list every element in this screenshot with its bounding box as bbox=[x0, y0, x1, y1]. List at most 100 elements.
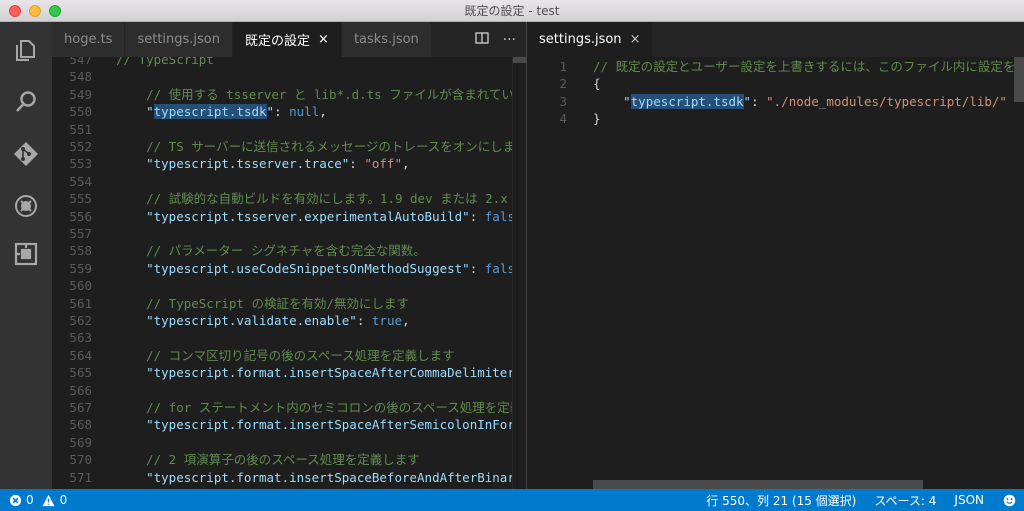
code-line[interactable]: 560 bbox=[52, 277, 526, 295]
code-token: // TS サーバーに送信されるメッセージのトレースをオンにします bbox=[116, 139, 526, 154]
code-token: // 既定の設定とユーザー設定を上書きするには、このファイル内に設定を挿入し bbox=[593, 59, 1024, 74]
code-token: "./node_modules/typescript/lib/" bbox=[766, 93, 1007, 109]
code-line[interactable]: 552 // TS サーバーに送信されるメッセージのトレースをオンにします bbox=[52, 138, 526, 156]
more-actions-icon[interactable]: ··· bbox=[503, 32, 516, 48]
indentation-setting[interactable]: スペース: 4 bbox=[874, 492, 936, 509]
tab-hoge-ts[interactable]: hoge.ts bbox=[52, 22, 126, 57]
close-window-button[interactable] bbox=[9, 4, 21, 17]
code-line[interactable]: 571 "typescript.format.insertSpaceBefore… bbox=[52, 469, 526, 487]
code-line[interactable]: 558 // パラメーター シグネチャを含む完全な関数。 bbox=[52, 242, 526, 260]
vertical-scrollbar-right[interactable] bbox=[1014, 57, 1024, 102]
code-line[interactable]: 554 bbox=[52, 173, 526, 191]
code-token: "typescript.format.insertSpaceBeforeAndA… bbox=[116, 469, 526, 485]
line-number: 3 bbox=[559, 93, 567, 109]
line-content: // TypeScript の検証を有効/無効にします bbox=[116, 295, 409, 313]
line-number: 547 bbox=[69, 57, 92, 67]
tab-default-settings[interactable]: 既定の設定 × bbox=[233, 22, 342, 57]
code-token: : bbox=[356, 313, 372, 328]
code-line[interactable]: 566 bbox=[52, 382, 526, 400]
tab-settings-json-right[interactable]: settings.json × bbox=[527, 22, 654, 57]
problems-indicator[interactable]: 0 0 bbox=[0, 493, 67, 507]
code-line[interactable]: 2{ bbox=[527, 75, 1024, 93]
close-tab-icon[interactable]: × bbox=[318, 32, 329, 47]
warning-icon bbox=[42, 493, 56, 507]
code-line[interactable]: 550 "typescript.tsdk": null, bbox=[52, 103, 526, 121]
explorer-icon[interactable] bbox=[12, 36, 40, 64]
split-editor-icon[interactable] bbox=[474, 31, 489, 49]
minimize-window-button[interactable] bbox=[29, 4, 41, 17]
maximize-window-button[interactable] bbox=[49, 4, 61, 17]
code-editor-right[interactable]: 1 // 既定の設定とユーザー設定を上書きするには、このファイル内に設定を挿入し 2… bbox=[527, 57, 1024, 489]
line-number: 563 bbox=[69, 330, 92, 346]
code-line[interactable]: 1 // 既定の設定とユーザー設定を上書きするには、このファイル内に設定を挿入し bbox=[527, 58, 1024, 76]
tab-settings-json[interactable]: settings.json bbox=[125, 22, 234, 57]
line-content: // 試験的な自動ビルドを有効にします。1.9 dev または 2.x tsse… bbox=[116, 190, 526, 208]
code-token: null bbox=[289, 104, 320, 120]
line-content: // 既定の設定とユーザー設定を上書きするには、このファイル内に設定を挿入し bbox=[593, 58, 1024, 76]
extensions-icon[interactable] bbox=[12, 240, 40, 268]
line-number: 568 bbox=[69, 417, 92, 433]
code-line[interactable]: 4} bbox=[527, 110, 1024, 128]
horizontal-scrollbar-right[interactable] bbox=[593, 480, 923, 489]
line-number: 567 bbox=[69, 400, 92, 415]
line-number: 1 bbox=[559, 59, 567, 74]
code-token: // for ステートメント内のセミコロンの後のスペース処理を定義しま bbox=[116, 400, 526, 415]
code-token: , bbox=[402, 156, 410, 172]
close-tab-icon[interactable]: × bbox=[630, 32, 641, 47]
warning-count: 0 bbox=[59, 493, 68, 507]
git-icon[interactable] bbox=[12, 140, 40, 168]
code-token: " bbox=[743, 93, 752, 109]
code-line[interactable]: 551 bbox=[52, 121, 526, 139]
code-line[interactable]: 559 "typescript.useCodeSnippetsOnMethodS… bbox=[52, 260, 526, 278]
scrollbar-thumb[interactable] bbox=[513, 57, 526, 63]
tab-bar-right: settings.json × bbox=[527, 22, 1024, 57]
code-line[interactable]: 556 "typescript.tsserver.experimentalAut… bbox=[52, 208, 526, 226]
tab-label: tasks.json bbox=[353, 32, 419, 47]
status-bar-right: 行 550、列 21 (15 個選択) スペース: 4 JSON bbox=[706, 489, 1016, 511]
code-line[interactable]: 564 // コンマ区切り記号の後のスペース処理を定義します bbox=[52, 347, 526, 365]
line-number: 569 bbox=[69, 434, 92, 450]
line-number: 4 bbox=[559, 111, 567, 127]
line-content: { bbox=[593, 75, 601, 93]
line-number: 548 bbox=[69, 69, 92, 85]
code-token: // パラメーター シグネチャを含む完全な関数。 bbox=[116, 243, 426, 259]
code-line[interactable]: 548 bbox=[52, 68, 526, 86]
code-editor-left[interactable]: 547 // TypeScript 548 549 // 使用する tsserver … bbox=[52, 57, 526, 489]
code-line[interactable]: 553 "typescript.tsserver.trace": "off", bbox=[52, 155, 526, 173]
line-number: 555 bbox=[69, 191, 92, 207]
code-line[interactable]: 3 "typescript.tsdk": "./node_modules/typ… bbox=[527, 93, 1024, 111]
code-line[interactable]: 569 bbox=[52, 434, 526, 452]
code-token: : bbox=[469, 260, 485, 276]
line-content: // パラメーター シグネチャを含む完全な関数。 bbox=[116, 242, 426, 260]
feedback-smiley-icon[interactable] bbox=[1002, 493, 1016, 507]
line-content: "typescript.validate.enable": true, bbox=[116, 312, 409, 330]
code-line[interactable]: 562 "typescript.validate.enable": true, bbox=[52, 312, 526, 330]
line-content: "typescript.format.insertSpaceAfterSemic… bbox=[116, 416, 526, 434]
line-number: 551 bbox=[69, 121, 92, 137]
debug-icon[interactable] bbox=[12, 192, 40, 220]
code-line[interactable]: 563 bbox=[52, 329, 526, 347]
code-line[interactable]: 561 // TypeScript の検証を有効/無効にします bbox=[52, 295, 526, 313]
cursor-position[interactable]: 行 550、列 21 (15 個選択) bbox=[706, 492, 856, 509]
code-line[interactable]: 568 "typescript.format.insertSpaceAfterS… bbox=[52, 416, 526, 434]
vertical-scrollbar-left[interactable] bbox=[512, 57, 526, 489]
code-line[interactable]: 570 // 2 項演算子の後のスペース処理を定義します bbox=[52, 451, 526, 469]
tab-tasks-json[interactable]: tasks.json bbox=[341, 22, 432, 57]
editor-group-left: hoge.ts settings.json 既定の設定 × tasks.json… bbox=[52, 22, 526, 489]
line-content: "typescript.tsdk": null, bbox=[116, 103, 327, 121]
line-content: "typescript.format.insertSpaceBeforeAndA… bbox=[116, 469, 526, 487]
language-mode[interactable]: JSON bbox=[954, 493, 984, 507]
code-token: " bbox=[266, 104, 275, 120]
code-token: // 使用する tsserver と lib*.d.ts ファイルが含まれている… bbox=[116, 86, 526, 102]
code-token: { bbox=[593, 76, 601, 92]
code-line[interactable]: 557 bbox=[52, 225, 526, 243]
code-line[interactable]: 555 // 試験的な自動ビルドを有効にします。1.9 dev または 2.x … bbox=[52, 190, 526, 208]
code-token: "off" bbox=[364, 156, 402, 172]
code-line[interactable]: 549 // 使用する tsserver と lib*.d.ts ファイルが含ま… bbox=[52, 86, 526, 104]
code-line[interactable]: 547 // TypeScript bbox=[52, 57, 526, 69]
code-line[interactable]: 567 // for ステートメント内のセミコロンの後のスペース処理を定義しま bbox=[52, 399, 526, 417]
code-line[interactable]: 565 "typescript.format.insertSpaceAfterC… bbox=[52, 364, 526, 382]
code-token: // 2 項演算子の後のスペース処理を定義します bbox=[116, 452, 420, 468]
search-icon[interactable] bbox=[12, 88, 40, 116]
line-content: "typescript.useCodeSnippetsOnMethodSugge… bbox=[116, 260, 526, 278]
